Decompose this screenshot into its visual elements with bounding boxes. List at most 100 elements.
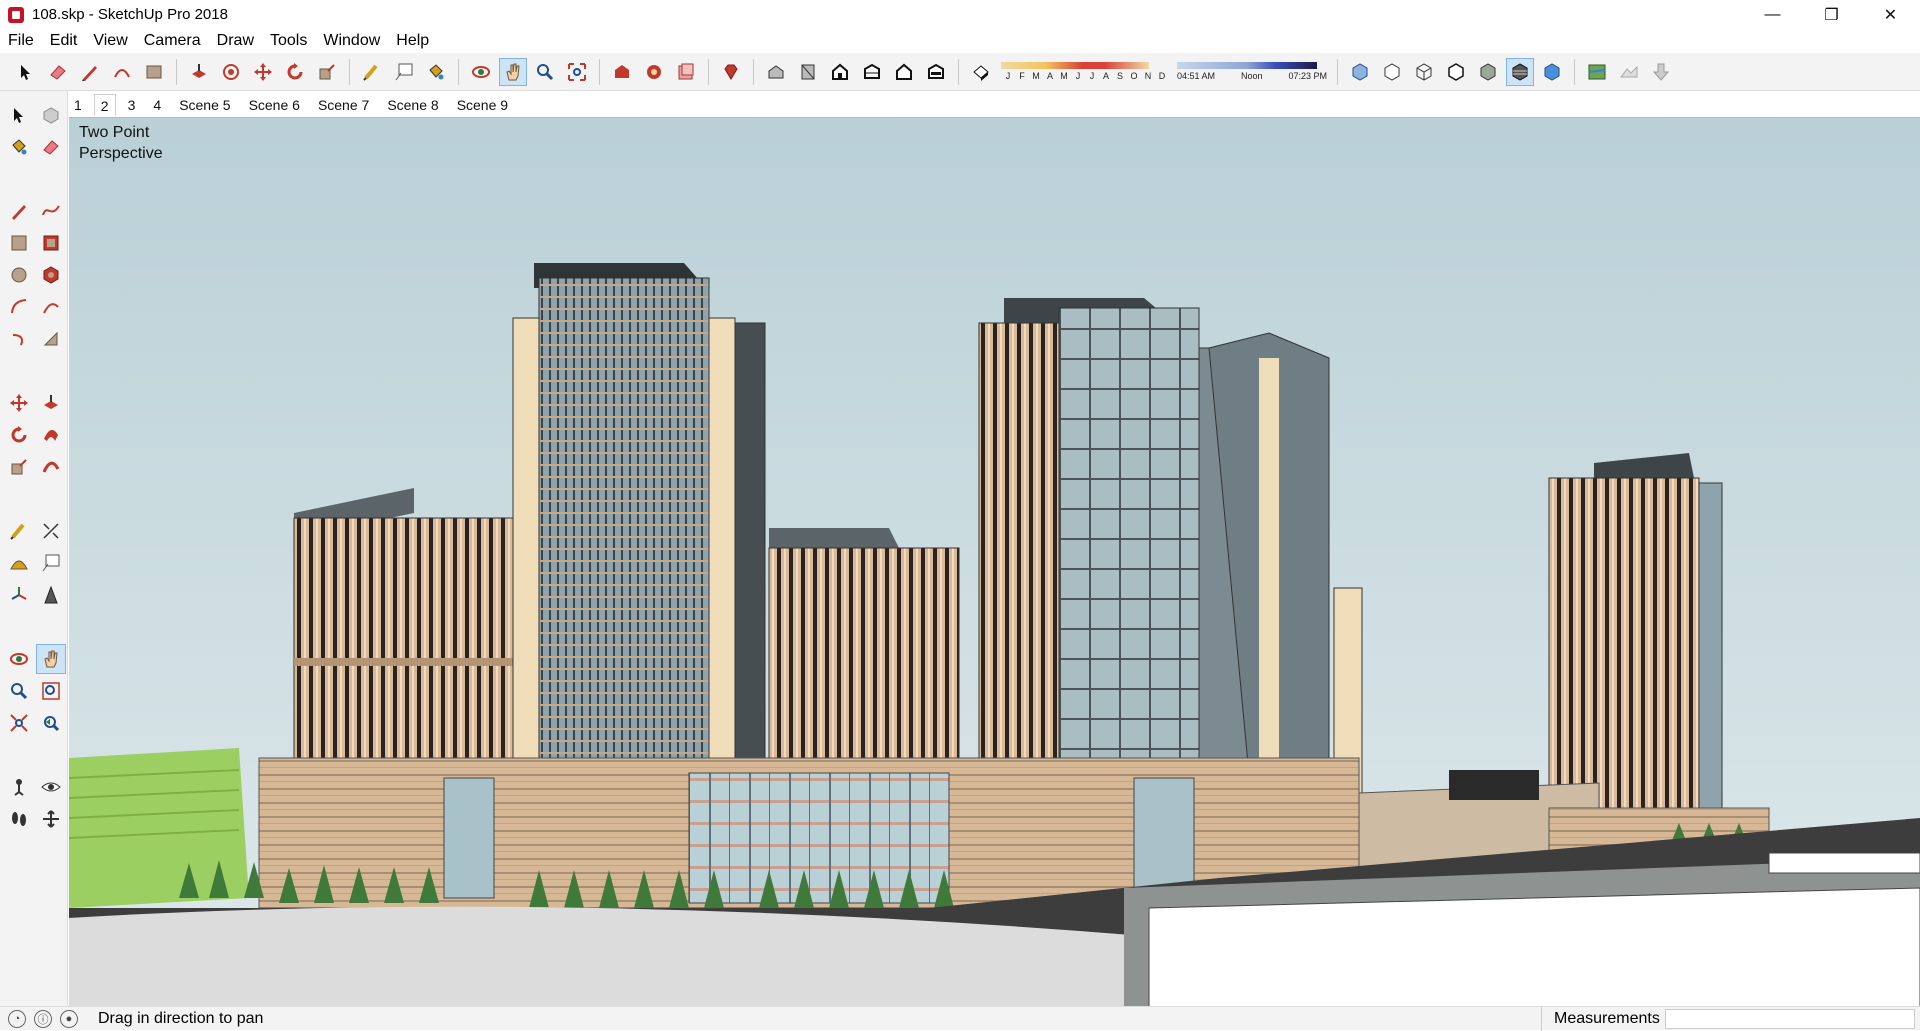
scene-tab[interactable]: 1 (68, 94, 88, 116)
hidden-line-button[interactable] (1442, 58, 1470, 86)
three-point-arc-tool[interactable] (4, 324, 34, 354)
tape-measure-tool-button[interactable] (358, 58, 386, 86)
polygon-tool[interactable] (36, 260, 66, 290)
back-edges-button[interactable] (1378, 58, 1406, 86)
shaded-textures-button[interactable] (1506, 57, 1534, 86)
scale-tool-button[interactable] (313, 58, 341, 86)
zoom-tool[interactable] (4, 676, 34, 706)
protractor-tool[interactable] (4, 548, 34, 578)
offset-tool-button[interactable] (217, 58, 245, 86)
pan-tool[interactable] (36, 644, 66, 674)
menu-view[interactable]: View (85, 29, 135, 53)
restore-button[interactable]: ❐ (1802, 0, 1861, 29)
scene-tab[interactable]: 4 (147, 94, 167, 116)
two-point-arc-tool[interactable] (36, 292, 66, 322)
time-slider[interactable] (1177, 62, 1317, 69)
geolocation-icon[interactable]: ◔ (8, 1009, 26, 1028)
look-around-tool[interactable] (36, 772, 66, 802)
wireframe-button[interactable] (1410, 58, 1438, 86)
menu-camera[interactable]: Camera (136, 29, 209, 53)
xray-style-button[interactable] (1346, 58, 1374, 86)
select-tool[interactable] (4, 100, 34, 130)
shadows-toggle-button[interactable] (967, 58, 995, 86)
push-pull-tool[interactable] (36, 388, 66, 418)
front-view-button[interactable] (826, 58, 854, 86)
circle-tool[interactable] (4, 260, 34, 290)
menu-window[interactable]: Window (315, 29, 388, 53)
menu-draw[interactable]: Draw (209, 29, 262, 53)
rotate-tool-button[interactable] (281, 58, 309, 86)
arc-tool-button[interactable] (108, 58, 136, 86)
zoom-window-tool[interactable] (36, 676, 66, 706)
back-view-button[interactable] (890, 58, 918, 86)
freehand-tool[interactable] (36, 196, 66, 226)
eraser-tool[interactable] (36, 132, 66, 162)
walk-tool[interactable] (4, 804, 34, 834)
left-view-button[interactable] (922, 58, 950, 86)
shaded-button[interactable] (1474, 58, 1502, 86)
3d-warehouse-button[interactable] (608, 58, 636, 86)
paint-bucket-tool-button[interactable] (422, 58, 450, 86)
previous-view-tool[interactable] (36, 708, 66, 738)
user-account-icon[interactable]: ● (60, 1009, 78, 1028)
move-tool[interactable] (4, 388, 34, 418)
right-view-button[interactable] (858, 58, 886, 86)
close-button[interactable]: ✕ (1861, 0, 1920, 29)
minimize-button[interactable]: — (1743, 0, 1802, 29)
line-tool-button[interactable] (76, 58, 104, 86)
iso-view-button[interactable] (762, 58, 790, 86)
tape-measure-tool[interactable] (4, 516, 34, 546)
menu-help[interactable]: Help (388, 29, 437, 53)
pie-tool[interactable] (36, 324, 66, 354)
scene-tab[interactable]: 3 (122, 94, 142, 116)
paint-bucket-tool[interactable] (4, 132, 34, 162)
scene-tab[interactable]: Scene 8 (381, 94, 444, 116)
rotated-rectangle-tool[interactable] (36, 228, 66, 258)
month-slider[interactable] (1001, 62, 1149, 69)
scene-tab[interactable]: Scene 5 (173, 94, 236, 116)
axes-tool[interactable] (4, 580, 34, 610)
zoom-extents-tool[interactable] (4, 708, 34, 738)
zoom-tool-button[interactable] (531, 58, 559, 86)
3d-text-tool[interactable] (36, 580, 66, 610)
text-tool-button[interactable] (390, 58, 418, 86)
toggle-terrain-button[interactable] (1615, 58, 1643, 86)
dimension-tool[interactable] (36, 516, 66, 546)
offset-tool[interactable] (36, 452, 66, 482)
model-viewport[interactable]: Two Point Perspective (69, 117, 1920, 1006)
measurements-input[interactable] (1665, 1009, 1915, 1029)
select-tool-button[interactable] (12, 58, 40, 86)
menu-tools[interactable]: Tools (262, 29, 315, 53)
shadow-time-panel[interactable]: 04:51 AM Noon 07:23 PM (1177, 57, 1327, 87)
position-camera-tool[interactable] (4, 772, 34, 802)
text-tool[interactable] (36, 548, 66, 578)
push-pull-tool-button[interactable] (185, 58, 213, 86)
menu-edit[interactable]: Edit (42, 29, 86, 53)
follow-me-tool[interactable] (36, 420, 66, 450)
monochrome-button[interactable] (1538, 58, 1566, 86)
orbit-tool[interactable] (4, 644, 34, 674)
zoom-extents-button[interactable] (563, 58, 591, 86)
extension-warehouse-button[interactable] (640, 58, 668, 86)
layout-button[interactable] (672, 58, 700, 86)
pan-tool-button[interactable] (499, 57, 527, 86)
extension-manager-button[interactable] (717, 58, 745, 86)
scene-tab[interactable]: Scene 6 (243, 94, 306, 116)
scale-tool[interactable] (4, 452, 34, 482)
credits-icon[interactable]: ⓘ (34, 1009, 52, 1028)
shadow-month-panel[interactable]: J F M A M J J A S O N D (1001, 57, 1169, 87)
photo-textures-button[interactable] (1647, 58, 1675, 86)
top-view-button[interactable] (794, 58, 822, 86)
scene-tab[interactable]: Scene 7 (312, 94, 375, 116)
add-location-button[interactable] (1583, 58, 1611, 86)
rectangle-tool[interactable] (4, 228, 34, 258)
menu-file[interactable]: File (0, 29, 42, 53)
rectangle-tool-button[interactable] (140, 58, 168, 86)
eraser-tool-button[interactable] (44, 58, 72, 86)
arc-tool[interactable] (4, 292, 34, 322)
scene-tab[interactable]: Scene 9 (451, 94, 514, 116)
section-plane-tool[interactable] (36, 804, 66, 834)
line-tool[interactable] (4, 196, 34, 226)
move-tool-button[interactable] (249, 58, 277, 86)
rotate-tool[interactable] (4, 420, 34, 450)
